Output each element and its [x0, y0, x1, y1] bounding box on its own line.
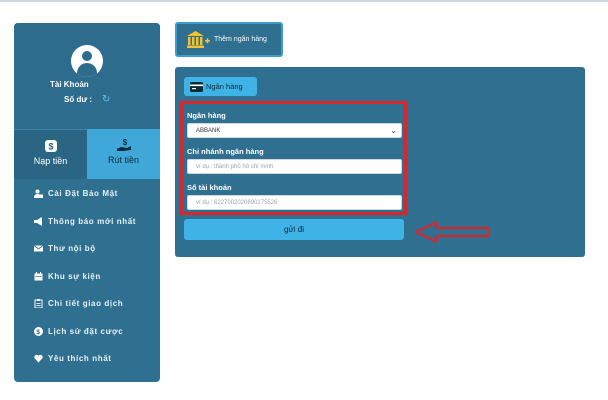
- refresh-icon[interactable]: ↻: [102, 95, 110, 105]
- menu-label-inbox: Thư nội bộ: [48, 244, 96, 254]
- profile-section: Tài Khoản Số dư : ↻: [14, 23, 160, 129]
- deposit-label: Nạp tiền: [33, 156, 68, 166]
- menu-label-events: Khu sự kiện: [48, 271, 101, 281]
- menu-label-bet-history: Lịch sử đặt cược: [48, 326, 124, 336]
- menu-item-favorites[interactable]: Yêu thích nhất: [14, 345, 160, 373]
- tab-bank-label: Ngân hàng: [206, 82, 243, 91]
- bank-panel: Ngân hàng Ngân hàng ABBANK ⌄ Chi nhánh n…: [175, 67, 585, 257]
- menu-label-security: Cài Đặt Bảo Mật: [48, 189, 118, 199]
- account-sidebar: Tài Khoản Số dư : ↻ $ Nạp tiền $ Rút tiề…: [14, 23, 160, 382]
- tab-bank[interactable]: Ngân hàng: [184, 77, 257, 96]
- balance-label: Số dư :: [64, 95, 93, 104]
- branch-placeholder: ví dụ : thành phố hồ chí minh: [196, 163, 274, 170]
- heart-icon: [34, 355, 43, 363]
- menu-label-favorites: Yêu thích nhất: [48, 354, 112, 364]
- top-divider: [0, 0, 608, 2]
- bank-plus-icon: [187, 30, 210, 48]
- hand-money-icon: $: [116, 138, 131, 151]
- user-lock-icon: [34, 189, 43, 199]
- add-bank-label: Thêm ngân hàng: [214, 36, 267, 43]
- svg-text:$: $: [48, 142, 53, 152]
- account-label: Tài Khoản: [50, 80, 89, 89]
- menu-item-inbox[interactable]: Thư nội bộ: [14, 235, 160, 263]
- bank-select-value: ABBANK: [196, 127, 221, 134]
- envelope-icon: [34, 245, 43, 252]
- credit-card-icon: [190, 81, 203, 92]
- withdraw-button[interactable]: $ Rút tiền: [87, 129, 160, 179]
- add-bank-button[interactable]: Thêm ngân hàng: [175, 22, 283, 57]
- money-bag-icon: $: [44, 140, 57, 152]
- chevron-down-icon: ⌄: [390, 126, 397, 135]
- wallet-actions: $ Nạp tiền $ Rút tiền: [14, 129, 160, 179]
- megaphone-icon: [34, 216, 42, 226]
- bank-select[interactable]: ABBANK ⌄: [187, 123, 402, 138]
- account-number-placeholder: ví dụ : 6227002020690175526: [196, 199, 278, 206]
- menu-item-transactions[interactable]: Chi tiết giao dịch: [14, 290, 160, 318]
- menu-label-transactions: Chi tiết giao dịch: [48, 299, 124, 309]
- svg-text:$: $: [122, 138, 127, 147]
- calendar-icon: [34, 271, 43, 281]
- annotation-arrow-icon: [414, 221, 490, 243]
- menu-item-security[interactable]: Cài Đặt Bảo Mật: [14, 180, 160, 208]
- clipboard-icon: [34, 299, 43, 309]
- account-number-input[interactable]: ví dụ : 6227002020690175526: [187, 195, 402, 210]
- branch-label: Chi nhánh ngân hàng: [187, 147, 264, 156]
- menu-item-bet-history[interactable]: $ Lịch sử đặt cược: [14, 318, 160, 346]
- menu-label-notifications: Thông báo mới nhất: [48, 216, 137, 226]
- bank-select-label: Ngân hàng: [187, 111, 226, 120]
- avatar-icon: [71, 45, 103, 77]
- branch-input[interactable]: ví dụ : thành phố hồ chí minh: [187, 159, 402, 174]
- bank-form: Ngân hàng ABBANK ⌄ Chi nhánh ngân hàng v…: [180, 101, 407, 215]
- account-number-label: Số tài khoản: [187, 183, 232, 192]
- svg-text:$: $: [36, 329, 40, 336]
- sidebar-menu: Cài Đặt Bảo Mật Thông báo mới nhất Thư n…: [14, 180, 160, 373]
- menu-item-events[interactable]: Khu sự kiện: [14, 263, 160, 291]
- deposit-button[interactable]: $ Nạp tiền: [14, 129, 87, 179]
- coin-icon: $: [34, 326, 43, 336]
- withdraw-label: Rút tiền: [107, 155, 140, 165]
- submit-button[interactable]: gửi đi: [184, 219, 404, 240]
- menu-item-notifications[interactable]: Thông báo mới nhất: [14, 208, 160, 236]
